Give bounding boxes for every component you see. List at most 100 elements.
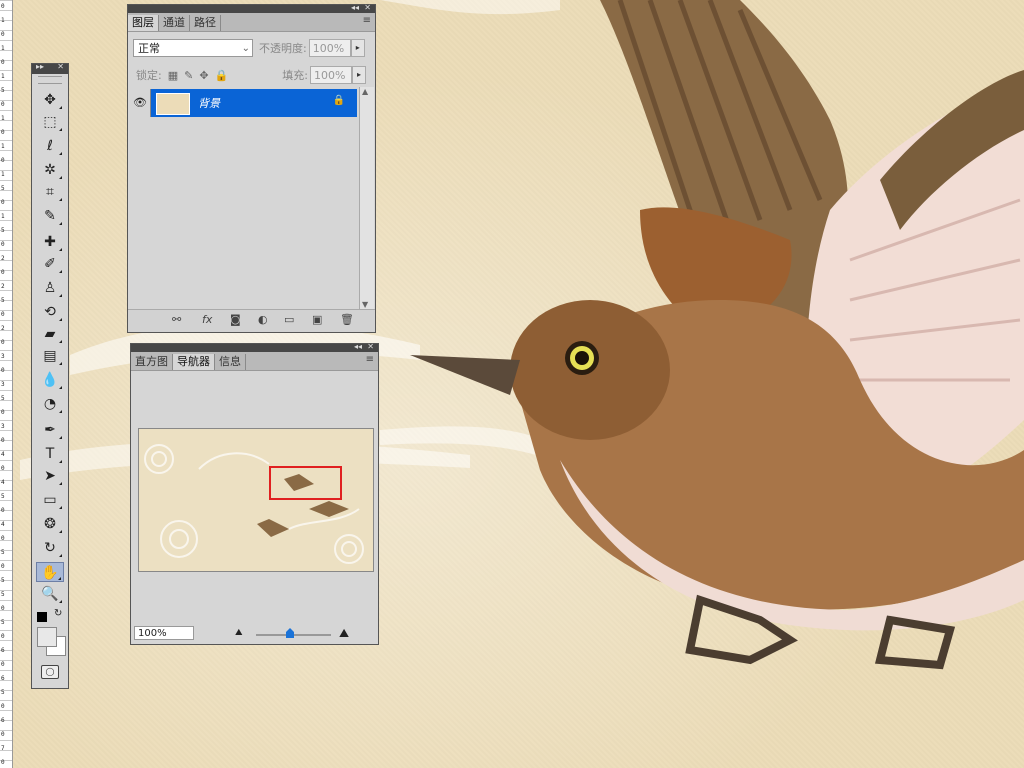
hand-tool[interactable]: ✋ — [36, 562, 64, 582]
toolbox-titlebar[interactable]: ▸▸ ✕ — [32, 62, 68, 74]
fill-stepper[interactable]: ▸ — [351, 66, 366, 84]
type-tool[interactable]: T — [36, 444, 64, 464]
flyout-indicator-icon — [59, 386, 62, 389]
scroll-up-icon[interactable]: ▲ — [362, 87, 368, 96]
ruler-label: 0 — [1, 367, 5, 374]
scroll-down-icon[interactable]: ▼ — [362, 300, 368, 309]
foreground-color-swatch[interactable] — [37, 627, 57, 647]
swap-colors-icon[interactable]: ↻ — [54, 608, 62, 619]
layers-scrollbar[interactable]: ▲ ▼ — [359, 87, 374, 309]
tab-channels[interactable]: 通道 — [159, 15, 190, 31]
ruler-label: 3 — [1, 381, 5, 388]
marquee-tool[interactable]: ⬚ — [36, 112, 64, 132]
group-icon[interactable]: ▭ — [284, 313, 294, 326]
ruler-label: 4 — [1, 521, 5, 528]
ruler-label: 0 — [1, 3, 5, 10]
blur-tool[interactable]: 💧 — [36, 370, 64, 390]
ruler-label: 5 — [1, 549, 5, 556]
clone-stamp-icon: ♙ — [43, 280, 57, 296]
tab-info[interactable]: 信息 — [215, 354, 246, 370]
gradient-tool[interactable]: ▤ — [36, 346, 64, 366]
navigator-preview[interactable] — [138, 428, 374, 572]
layer-row[interactable]: 👁 背景 🔒 — [130, 89, 357, 117]
close-icon[interactable]: ✕ — [364, 3, 371, 13]
zoom-in-icon[interactable]: ⛰ — [339, 626, 349, 641]
tab-paths[interactable]: 路径 — [190, 15, 221, 31]
navigator-titlebar[interactable]: ◂◂ ✕ — [131, 342, 378, 352]
ruler-label: 0 — [1, 661, 5, 668]
flyout-indicator-icon — [59, 128, 62, 131]
adjustment-icon[interactable]: ◐ — [258, 313, 268, 326]
brush-tool[interactable]: ✐ — [36, 254, 64, 274]
panel-menu-icon[interactable]: ≡ — [363, 15, 371, 26]
close-icon[interactable]: ✕ — [367, 342, 374, 352]
toolbox-grip[interactable] — [38, 76, 62, 84]
move-tool[interactable]: ✥ — [36, 90, 64, 110]
navigator-view-box[interactable] — [269, 466, 342, 500]
collapse-icon[interactable]: ▸▸ — [36, 62, 44, 72]
zoom-field[interactable]: 100% — [134, 626, 194, 640]
lock-transparent-icon[interactable]: ▦ — [168, 69, 178, 82]
healing-brush-tool[interactable]: ✚ — [36, 232, 64, 252]
tab-navigator[interactable]: 导航器 — [173, 354, 215, 370]
ruler-label: 1 — [1, 143, 5, 150]
blend-mode-select[interactable]: 正常 ⌄ — [133, 39, 253, 57]
3d-rotate-tool[interactable]: ❂ — [36, 514, 64, 534]
3d-orbit-icon: ↻ — [44, 540, 56, 556]
opacity-field[interactable]: 100% — [308, 39, 351, 57]
collapse-icon[interactable]: ◂◂ — [351, 3, 359, 13]
clone-stamp-tool[interactable]: ♙ — [36, 278, 64, 298]
eraser-tool[interactable]: ▰ — [36, 324, 64, 344]
lock-all-icon[interactable]: 🔒 — [215, 69, 229, 82]
flyout-indicator-icon — [59, 318, 62, 321]
ruler-label: 0 — [1, 605, 5, 612]
close-icon[interactable]: ✕ — [57, 62, 64, 72]
fill-field[interactable]: 100% — [309, 66, 352, 84]
ruler-label: 3 — [1, 353, 5, 360]
quick-select-tool[interactable]: ✲ — [36, 160, 64, 180]
visibility-eye-icon[interactable]: 👁 — [130, 89, 151, 117]
quick-mask-button[interactable]: ◯ — [41, 665, 59, 679]
tab-histogram[interactable]: 直方图 — [131, 354, 173, 370]
zoom-tool[interactable]: 🔍 — [36, 584, 64, 604]
opacity-stepper[interactable]: ▸ — [350, 39, 365, 57]
mask-icon[interactable]: ◙ — [230, 313, 241, 326]
fx-icon[interactable]: fx — [202, 313, 212, 326]
layer-name[interactable]: 背景 — [198, 95, 220, 111]
history-brush-tool[interactable]: ⟲ — [36, 302, 64, 322]
navigator-panel: ◂◂ ✕ 直方图 导航器 信息 ≡ 100% ⛰ ⛰ — [130, 342, 379, 645]
ruler-label: 5 — [1, 577, 5, 584]
ruler-label: 5 — [1, 619, 5, 626]
ruler-label: 6 — [1, 717, 5, 724]
navigator-tabs: 直方图 导航器 信息 ≡ — [131, 352, 378, 371]
trash-icon[interactable]: 🗑 — [340, 313, 354, 326]
3d-orbit-tool[interactable]: ↻ — [36, 538, 64, 558]
ruler-label: 0 — [1, 703, 5, 710]
layers-titlebar[interactable]: ◂◂ ✕ — [128, 3, 375, 13]
collapse-icon[interactable]: ◂◂ — [354, 342, 362, 352]
history-brush-icon: ⟲ — [44, 304, 56, 320]
tab-layers[interactable]: 图层 — [128, 15, 159, 31]
pen-tool[interactable]: ✒ — [36, 420, 64, 440]
lasso-tool[interactable]: ℓ — [36, 136, 64, 156]
ruler-label: 5 — [1, 297, 5, 304]
crop-tool[interactable]: ⌗ — [36, 182, 64, 202]
lock-position-icon[interactable]: ✥ — [199, 69, 208, 82]
lock-label: 锁定: — [136, 69, 162, 82]
3d-rotate-icon: ❂ — [44, 516, 56, 532]
panel-menu-icon[interactable]: ≡ — [366, 354, 374, 365]
eyedropper-tool[interactable]: ✎ — [36, 206, 64, 226]
zoom-slider-thumb[interactable] — [286, 628, 294, 638]
default-colors-icon[interactable] — [37, 612, 47, 622]
ruler-label: 0 — [1, 409, 5, 416]
ruler-label: 0 — [1, 269, 5, 276]
shape-tool[interactable]: ▭ — [36, 490, 64, 510]
ruler-label: 1 — [1, 115, 5, 122]
new-layer-icon[interactable]: ▣ — [312, 313, 322, 326]
lock-image-icon[interactable]: ✎ — [184, 69, 193, 82]
dodge-tool[interactable]: ◔ — [36, 394, 64, 414]
vertical-ruler[interactable]: 0 1 0 1 0 1 5 0 1 0 1 0 1 5 0 1 5 0 2 0 2 5 0 2 0 3 0 3 5 0 3 0 4 0 4 5 0 4 0 5… — [0, 0, 13, 768]
zoom-out-icon[interactable]: ⛰ — [235, 628, 243, 638]
path-select-tool[interactable]: ➤ — [36, 466, 64, 486]
link-icon[interactable]: ⚯ — [172, 313, 181, 326]
